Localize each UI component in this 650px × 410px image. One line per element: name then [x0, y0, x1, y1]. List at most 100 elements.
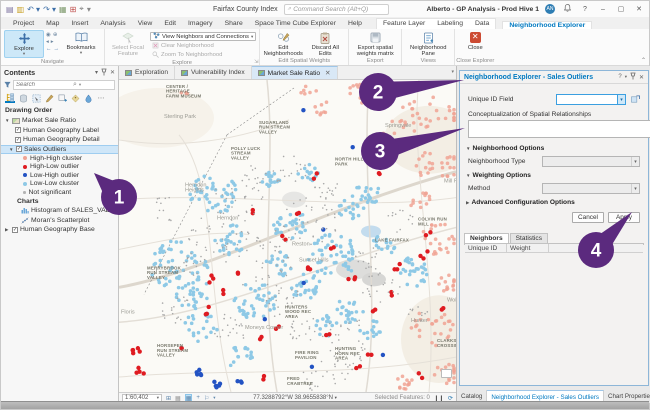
avatar[interactable]: AN: [545, 4, 555, 14]
signed-in-user[interactable]: Alberto - GP Analysis - Prod Hive 1: [426, 6, 539, 13]
section-weighting-options[interactable]: ▼Weighting Options: [466, 172, 531, 179]
discard-all-edits-button[interactable]: Discard All Edits: [305, 30, 345, 57]
section-neighborhood-options[interactable]: ▼Neighborhood Options: [466, 145, 544, 152]
map-tool-icon[interactable]: ▦: [59, 5, 67, 14]
chart-morans-scatterplot[interactable]: Moran's Scatterplot: [1, 216, 118, 226]
cancel-button[interactable]: Cancel: [572, 212, 604, 223]
apply-button[interactable]: Apply: [608, 212, 640, 223]
toolbox-icon[interactable]: ⊞: [70, 5, 77, 14]
close-tab-icon[interactable]: ✕: [325, 69, 331, 77]
expand-icon[interactable]: ▼: [9, 147, 14, 152]
list-by-charts-icon[interactable]: [83, 93, 93, 103]
unique-id-dropdown[interactable]: ▾: [556, 94, 626, 105]
conceptualization-dropdown[interactable]: ▾: [468, 120, 650, 138]
charts-node[interactable]: Charts: [1, 197, 118, 207]
tab-view[interactable]: View: [132, 19, 159, 29]
contents-toolbar-overflow-icon[interactable]: ⋯: [96, 93, 106, 103]
tab-edit[interactable]: Edit: [158, 19, 182, 29]
tab-space-time-cube-explorer[interactable]: Space Time Cube Explorer: [249, 19, 342, 29]
tab-labeling[interactable]: Labeling: [431, 19, 469, 29]
collapse-icon[interactable]: ▶: [5, 227, 10, 233]
tab-share[interactable]: Share: [219, 19, 249, 29]
explore-button[interactable]: Explore▾: [4, 30, 44, 58]
back-arrow-icon[interactable]: ←: [46, 46, 52, 52]
chevron-down-icon[interactable]: ▾: [617, 95, 625, 104]
view-neighbors-connections-button[interactable]: View Neighbors and Connections ▾: [150, 32, 256, 41]
zoom-to-neighborhood-button[interactable]: Zoom To Neighborhood: [150, 51, 256, 59]
minimize-button[interactable]: –: [597, 6, 609, 13]
locate-icon[interactable]: ⌖: [79, 4, 84, 14]
close-explorer-button[interactable]: ✕ Close: [458, 30, 492, 51]
collapse-ribbon-icon[interactable]: ⌃: [641, 57, 646, 64]
maximize-button[interactable]: ▢: [615, 5, 627, 13]
pane-menu-icon[interactable]: ▾: [625, 74, 627, 80]
full-extent-icon[interactable]: ◉: [46, 32, 51, 38]
chart-histogram[interactable]: Histogram of SALES_VALUE: [1, 206, 118, 216]
contents-menu-icon[interactable]: ▾: [95, 69, 98, 76]
view-tab-exploration[interactable]: Exploration: [119, 66, 175, 79]
pane-help-icon[interactable]: ?: [618, 74, 621, 80]
list-by-selection-icon[interactable]: [31, 93, 41, 103]
notifications-icon[interactable]: [561, 4, 573, 14]
layer-human-geography-label[interactable]: ✓ Human Geography Label: [1, 126, 118, 136]
neighborhood-pane-button[interactable]: Neighborhood Pane: [405, 30, 451, 57]
column-unique-id[interactable]: Unique ID: [465, 244, 507, 252]
export-spatial-weights-button[interactable]: Export spatial weights matrix: [352, 30, 398, 57]
next-extent-icon[interactable]: ▸: [51, 39, 54, 45]
checkbox-checked[interactable]: ✓: [15, 127, 21, 133]
close-window-button[interactable]: ✕: [633, 5, 645, 13]
section-advanced-configuration[interactable]: ▶Advanced Configuration Options: [466, 199, 575, 206]
qat-customize-icon[interactable]: ▾: [87, 5, 91, 14]
open-icon[interactable]: ▥: [17, 5, 25, 14]
tab-neighbors[interactable]: Neighbors: [464, 233, 509, 243]
pin-icon[interactable]: [101, 68, 107, 78]
method-dropdown[interactable]: ▾: [542, 183, 640, 194]
view-tab-market-sale-ratio[interactable]: Market Sale Ratio ✕: [252, 66, 338, 79]
layer-market-sale-ratio[interactable]: ▼ Market Sale Ratio: [1, 116, 118, 126]
column-weight[interactable]: Weight: [507, 244, 549, 252]
list-by-source-icon[interactable]: [18, 93, 28, 103]
undo-icon[interactable]: ↶ ▾: [27, 5, 40, 14]
map-overview-button[interactable]: [441, 369, 452, 378]
expand-icon[interactable]: ▼: [5, 118, 10, 123]
filter-icon[interactable]: [4, 81, 11, 90]
checkbox-checked[interactable]: ✓: [12, 227, 18, 233]
layer-human-geography-base[interactable]: ▶ ✓ Human Geography Base: [1, 225, 118, 235]
toggle-field-icon[interactable]: [631, 95, 640, 106]
bookmarks-button[interactable]: Bookmarks▾: [61, 30, 101, 56]
layer-human-geography-detail[interactable]: ✓ Human Geography Detail: [1, 135, 118, 145]
tab-map[interactable]: Map: [40, 19, 65, 29]
help-icon[interactable]: ?: [579, 6, 591, 13]
prev-extent-icon[interactable]: ◂: [46, 39, 49, 45]
tab-imagery[interactable]: Imagery: [182, 19, 219, 29]
view-tab-vulnerability-index[interactable]: Vulnerability Index: [175, 66, 252, 79]
fwd-arrow-icon[interactable]: →: [54, 46, 60, 52]
clear-neighborhood-button[interactable]: Clear Neighborhood: [150, 42, 256, 50]
tab-list-chevron-icon[interactable]: ▾: [451, 69, 454, 75]
redo-icon[interactable]: ↷ ▾: [43, 5, 56, 14]
tab-analysis[interactable]: Analysis: [94, 19, 131, 29]
list-by-snapping-icon[interactable]: [57, 93, 67, 103]
pane-pin-icon[interactable]: [630, 72, 636, 82]
tab-statistics[interactable]: Statistics: [510, 233, 548, 243]
dialog-launcher-icon[interactable]: ⇲: [254, 59, 258, 65]
layer-sales-outliers[interactable]: ▼ ✓ Sales Outliers: [1, 145, 118, 155]
list-by-editing-icon[interactable]: [44, 93, 54, 103]
tab-insert[interactable]: Insert: [65, 19, 94, 29]
map-canvas[interactable]: CENTER /HERITAGEFARM MUSEUMSterling Park…: [119, 80, 456, 392]
edit-neighborhoods-button[interactable]: Edit Neighborhoods: [263, 30, 303, 57]
checkbox-checked[interactable]: ✓: [15, 137, 21, 143]
tab-feature-layer[interactable]: Feature Layer: [377, 19, 431, 29]
list-by-drawing-order-icon[interactable]: [5, 93, 15, 103]
command-search[interactable]: ⌕ Command Search (Alt+Q): [284, 4, 389, 15]
contents-search-chevron-icon[interactable]: ▾: [79, 82, 81, 88]
contents-search[interactable]: ⌕ ▾: [13, 80, 115, 90]
checkbox-checked[interactable]: ✓: [16, 146, 22, 152]
tab-data[interactable]: Data: [469, 19, 495, 29]
fixed-zoom-in-icon[interactable]: ⊕: [53, 32, 58, 38]
contents-search-input[interactable]: [16, 82, 71, 88]
close-contents-icon[interactable]: ✕: [110, 69, 115, 76]
tab-project[interactable]: Project: [7, 19, 40, 29]
select-focal-feature-button[interactable]: Select Focal Feature: [108, 30, 148, 57]
pane-close-icon[interactable]: ✕: [639, 74, 644, 81]
